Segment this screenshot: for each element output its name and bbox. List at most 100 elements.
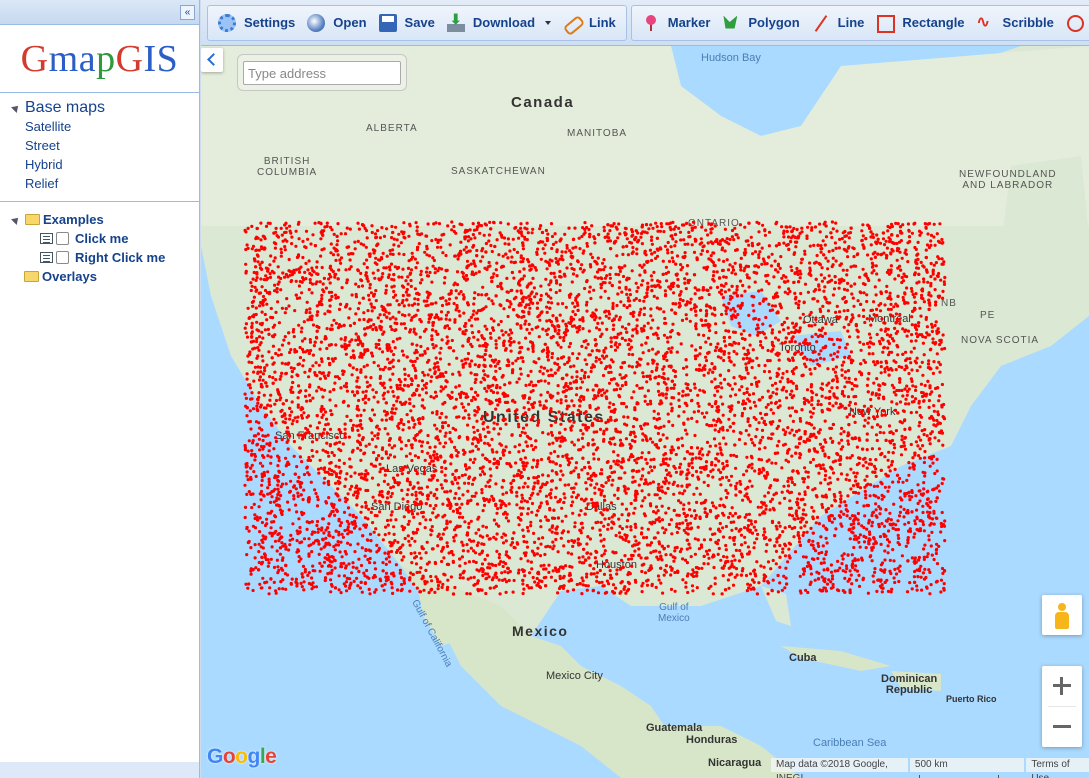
map-point-marker[interactable] — [834, 259, 838, 263]
map-point-marker[interactable] — [905, 590, 910, 594]
map-point-marker[interactable] — [395, 299, 399, 303]
map-point-marker[interactable] — [355, 576, 359, 581]
map-point-marker[interactable] — [410, 251, 414, 255]
map-point-marker[interactable] — [808, 261, 812, 265]
map-point-marker[interactable] — [927, 405, 931, 409]
map-point-marker[interactable] — [801, 555, 806, 559]
map-point-marker[interactable] — [673, 589, 677, 593]
map-point-marker[interactable] — [573, 305, 577, 309]
map-point-marker[interactable] — [579, 395, 583, 399]
map-point-marker[interactable] — [688, 508, 692, 512]
map-point-marker[interactable] — [303, 432, 307, 436]
map-point-marker[interactable] — [272, 259, 276, 263]
map-point-marker[interactable] — [255, 320, 259, 324]
map-point-marker[interactable] — [729, 483, 733, 487]
map-point-marker[interactable] — [525, 525, 530, 530]
map-point-marker[interactable] — [265, 384, 269, 388]
map-point-marker[interactable] — [507, 502, 511, 506]
save-button[interactable]: Save — [373, 9, 441, 37]
map-point-marker[interactable] — [362, 365, 366, 369]
map-point-marker[interactable] — [538, 318, 542, 322]
map-point-marker[interactable] — [249, 546, 253, 550]
map-point-marker[interactable] — [504, 539, 508, 543]
map-point-marker[interactable] — [598, 316, 602, 320]
map-point-marker[interactable] — [773, 259, 777, 263]
map-point-marker[interactable] — [751, 244, 755, 248]
map-point-marker[interactable] — [702, 538, 706, 542]
map-point-marker[interactable] — [583, 376, 587, 380]
map-point-marker[interactable] — [267, 483, 271, 487]
map-point-marker[interactable] — [774, 352, 778, 356]
map-point-marker[interactable] — [823, 276, 827, 280]
map-point-marker[interactable] — [757, 447, 762, 451]
map-point-marker[interactable] — [719, 448, 723, 452]
map-point-marker[interactable] — [900, 256, 904, 260]
map-point-marker[interactable] — [833, 241, 838, 245]
map-point-marker[interactable] — [880, 590, 884, 594]
map-point-marker[interactable] — [317, 471, 321, 475]
map-point-marker[interactable] — [284, 587, 288, 591]
map-point-marker[interactable] — [359, 563, 364, 568]
map-point-marker[interactable] — [682, 238, 686, 242]
map-point-marker[interactable] — [271, 376, 275, 380]
map-point-marker[interactable] — [261, 576, 265, 580]
map-point-marker[interactable] — [383, 386, 387, 390]
map-point-marker[interactable] — [802, 480, 806, 484]
map-point-marker[interactable] — [354, 282, 358, 286]
map-point-marker[interactable] — [896, 345, 900, 349]
map-point-marker[interactable] — [463, 357, 467, 361]
map-point-marker[interactable] — [457, 475, 461, 480]
map-point-marker[interactable] — [602, 229, 606, 233]
map-point-marker[interactable] — [397, 359, 401, 363]
map-point-marker[interactable] — [319, 357, 324, 361]
map-point-marker[interactable] — [813, 323, 817, 327]
map-point-marker[interactable] — [824, 256, 828, 260]
map-point-marker[interactable] — [896, 541, 900, 545]
map-point-marker[interactable] — [937, 399, 941, 403]
map-point-marker[interactable] — [875, 414, 879, 419]
map-point-marker[interactable] — [751, 348, 755, 352]
map-point-marker[interactable] — [760, 428, 765, 432]
map-point-marker[interactable] — [429, 574, 433, 579]
map-point-marker[interactable] — [636, 286, 640, 290]
map-point-marker[interactable] — [690, 584, 695, 588]
map-point-marker[interactable] — [823, 243, 827, 247]
map-point-marker[interactable] — [882, 251, 886, 255]
map-point-marker[interactable] — [770, 520, 775, 525]
map-point-marker[interactable] — [708, 368, 712, 372]
map-point-marker[interactable] — [906, 541, 910, 545]
scribble-button[interactable]: ∿ Scribble — [971, 9, 1060, 37]
map-point-marker[interactable] — [913, 519, 917, 523]
map-point-marker[interactable] — [368, 592, 372, 596]
map-point-marker[interactable] — [365, 363, 369, 367]
map-point-marker[interactable] — [707, 336, 711, 340]
map-point-marker[interactable] — [343, 432, 347, 436]
map-point-marker[interactable] — [900, 554, 905, 558]
map-point-marker[interactable] — [382, 397, 386, 401]
map-point-marker[interactable] — [389, 325, 393, 329]
map-point-marker[interactable] — [608, 239, 612, 243]
map-point-marker[interactable] — [803, 503, 807, 507]
map-point-marker[interactable] — [790, 268, 794, 273]
map-point-marker[interactable] — [662, 531, 666, 535]
map-point-marker[interactable] — [527, 294, 531, 298]
map-point-marker[interactable] — [926, 232, 930, 236]
map-point-marker[interactable] — [725, 428, 730, 432]
map-point-marker[interactable] — [899, 445, 903, 449]
map-point-marker[interactable] — [618, 269, 622, 273]
map-point-marker[interactable] — [596, 394, 600, 398]
map-point-marker[interactable] — [887, 450, 891, 454]
map-point-marker[interactable] — [545, 481, 549, 485]
map-point-marker[interactable] — [505, 363, 509, 368]
map-point-marker[interactable] — [932, 409, 937, 413]
map-point-marker[interactable] — [423, 526, 427, 530]
map-point-marker[interactable] — [769, 567, 773, 571]
map-point-marker[interactable] — [590, 255, 595, 260]
map-point-marker[interactable] — [389, 549, 394, 554]
map-point-marker[interactable] — [446, 424, 451, 428]
map-point-marker[interactable] — [287, 341, 291, 345]
map-point-marker[interactable] — [699, 470, 703, 474]
map-point-marker[interactable] — [585, 388, 590, 392]
map-point-marker[interactable] — [392, 525, 396, 529]
map-point-marker[interactable] — [883, 485, 888, 489]
